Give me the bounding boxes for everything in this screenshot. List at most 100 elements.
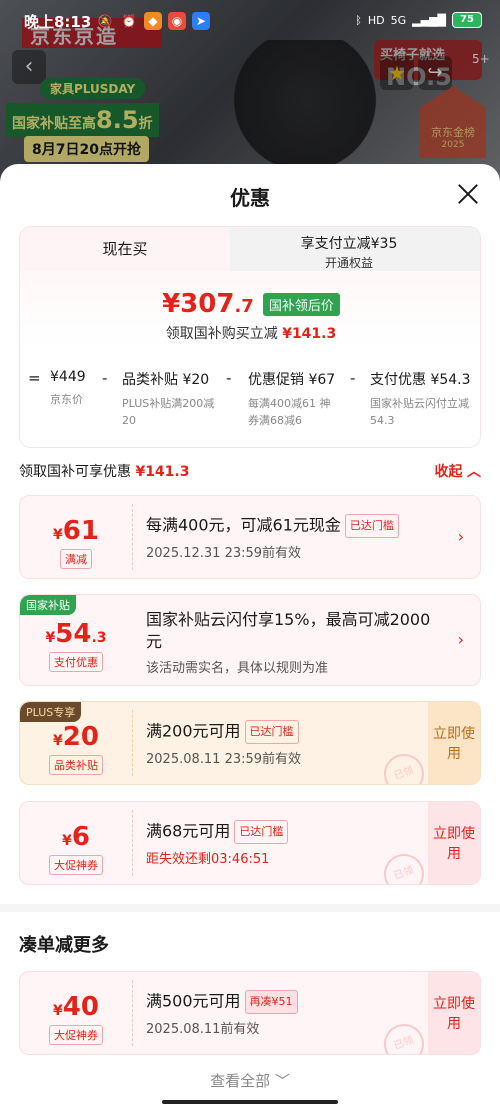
coupon-divider [132,504,133,570]
battery-icon: 75 [452,12,482,28]
signal-icon: ▂▄▆█ [412,13,446,27]
coupon-amount-value: 61 [62,516,99,546]
coupon-type: 支付优惠 [49,652,103,672]
breakdown-main: 支付优惠 ¥54.3 [370,372,471,388]
breakdown-item: 支付优惠 ¥54.3 国家补贴云闪付立减54.3 [370,355,476,429]
coupon-tag: 已达门槛 [344,514,399,538]
app-notification-icon: ➤ [192,12,210,30]
breakdown-sub: 京东价 [50,393,83,406]
section-divider [0,904,500,912]
op-minus: - [102,369,108,387]
collapse-button[interactable]: 收起 ︿ [435,461,481,481]
coupon-type: 大促神券 [49,1025,103,1045]
coupon-left: ¥54.3 支付优惠 [20,595,132,685]
coupon-amount-value: 40 [62,992,99,1022]
coupon-amount: ¥54.3 [45,619,107,649]
coupon-tag: 再凑¥51 [244,990,298,1014]
network-label: 5G [390,13,407,27]
coupon-title: 满500元可用 再凑¥51 [146,990,438,1014]
coupon-card[interactable]: ¥40 大促神券 满500元可用 再凑¥51 2025.08.11前有效 已领 立… [19,971,481,1055]
price-tabs: 享支付立减¥35 开通权益 现在买 [20,227,480,271]
coupon-title-text: 满68元可用 [146,821,231,841]
use-now-button[interactable]: 立即使用 [428,802,480,884]
price-breakdown: = ¥449 京东价 - 品类补贴 ¥20 PLUS补贴满200减20 - 优惠… [20,355,480,447]
coupon-title-text: 满500元可用 [146,991,241,1011]
use-now-button[interactable]: 立即使用 [428,702,480,784]
app-notification-icon: ◉ [168,12,186,30]
coupon-title-text: 每满400元，可减61元现金 [146,515,341,535]
more-section-title: 凑单减更多 [19,935,109,956]
breakdown-main: 优惠促销 ¥67 [248,372,336,388]
breakdown-sub: 每满400减61 神券满68减6 [248,397,331,427]
tab-pay-main: 享支付立减¥35 [300,236,398,252]
see-all-button[interactable]: 查看全部 ﹀ [0,1070,500,1091]
hd-icon: HD [367,13,385,27]
coupon-divider [132,980,133,1046]
op-equals: = [28,369,41,387]
coupon-amount-value: 20 [62,722,99,752]
status-bar: 晚上8:13 🔕 ⏰ ◆ ◉ ➤ ᛒ HD 5G ▂▄▆█ 75 [0,0,500,42]
coupon-body: 国家补贴云闪付享15%，最高可减2000元 该活动需实名，具体以规则为准 [146,609,438,676]
final-price-value: ¥307.7 [162,289,254,319]
coupon-type: 满减 [60,549,92,569]
price-dec: .7 [234,296,254,317]
price-savings: 领取国补购买立减 ¥141.3 [20,323,480,343]
status-app-icons: 🔕 ⏰ ◆ ◉ ➤ [96,12,210,30]
price-card: 享支付立减¥35 开通权益 现在买 ¥307.7 国补领后价 领取国补购买立减 … [19,226,481,448]
coupon-divider [132,810,133,876]
price-int: ¥307 [162,289,235,319]
breakdown-item: 品类补贴 ¥20 PLUS补贴满200减20 [122,355,218,429]
chevron-right-icon: › [457,527,464,546]
chevron-up-icon: ︿ [467,464,481,480]
tab-buy-now[interactable]: 现在买 [20,227,230,271]
use-now-button[interactable]: 立即使用 [428,972,480,1054]
collapse-label: 收起 [434,464,463,480]
alarm-icon: ⏰ [121,14,137,28]
coupon-desc: 该活动需实名，具体以规则为准 [146,661,329,676]
coupon-left: ¥40 大促神券 [20,972,132,1054]
mute-icon: 🔕 [97,14,113,28]
coupon-amount: ¥40 [53,992,99,1022]
coupon-body: 每满400元，可减61元现金 已达门槛 2025.12.31 23:59前有效 [146,514,438,561]
breakdown-item: 优惠促销 ¥67 每满400减61 神券满68减6 [248,355,338,429]
coupon-left: ¥61 满减 [20,496,132,578]
coupon-title: 满200元可用 已达门槛 [146,720,438,744]
breakdown-sub: 国家补贴云闪付立减54.3 [370,397,469,427]
discount-sheet: 优惠 享支付立减¥35 开通权益 现在买 ¥307.7 国补领后价 领取国补购买… [0,164,500,1111]
tab-pay-discount[interactable]: 享支付立减¥35 开通权益 [216,227,480,271]
coupon-type: 品类补贴 [49,755,103,775]
coupon-amount: ¥6 [62,822,90,852]
breakdown-sub: PLUS补贴满200减20 [122,397,215,427]
coupon-left: ¥6 大促神券 [20,802,132,884]
status-time: 晚上8:13 [24,13,92,31]
see-all-label: 查看全部 [210,1072,271,1090]
coupon-amount-dec: .3 [91,630,107,646]
coupon-amount: ¥20 [53,722,99,752]
chevron-down-icon: ﹀ [274,1072,290,1090]
coupon-title: 满68元可用 已达门槛 [146,820,438,844]
savings-label: 领取国补购买立减 [165,326,278,342]
coupon-card[interactable]: ¥6 大促神券 满68元可用 已达门槛 距失效还剩03:46:51 已领 立即使用 [19,801,481,885]
coupon-card[interactable]: ¥61 满减 每满400元，可减61元现金 已达门槛 2025.12.31 23:… [19,495,481,579]
section-header: 领取国补可享优惠 ¥141.3 收起 ︿ [19,461,481,481]
chevron-right-icon: › [457,630,464,649]
coupon-tag: 已达门槛 [234,820,289,844]
home-indicator[interactable] [162,1100,338,1104]
app-notification-icon: ◆ [144,12,162,30]
section-label: 领取国补可享优惠 [19,464,131,480]
coupon-card[interactable]: 国家补贴 ¥54.3 支付优惠 国家补贴云闪付享15%，最高可减2000元 该活… [19,594,481,686]
coupon-title: 国家补贴云闪付享15%，最高可减2000元 [146,610,431,651]
final-price: ¥307.7 国补领后价 [20,289,480,319]
coupon-title: 每满400元，可减61元现金 已达门槛 [146,514,438,538]
tab-pay-sub: 开通权益 [324,256,373,270]
close-icon[interactable] [454,180,482,208]
bluetooth-icon: ᛒ [355,13,362,27]
section-value: ¥141.3 [135,464,190,480]
breakdown-main: 品类补贴 ¥20 [122,372,210,388]
coupon-amount-value: 6 [71,822,90,852]
savings-value: ¥141.3 [282,326,337,342]
coupon-divider [132,710,133,776]
op-minus: - [226,369,232,387]
coupon-card[interactable]: PLUS专享 ¥20 品类补贴 满200元可用 已达门槛 2025.08.11 2… [19,701,481,785]
op-minus: - [350,369,356,387]
